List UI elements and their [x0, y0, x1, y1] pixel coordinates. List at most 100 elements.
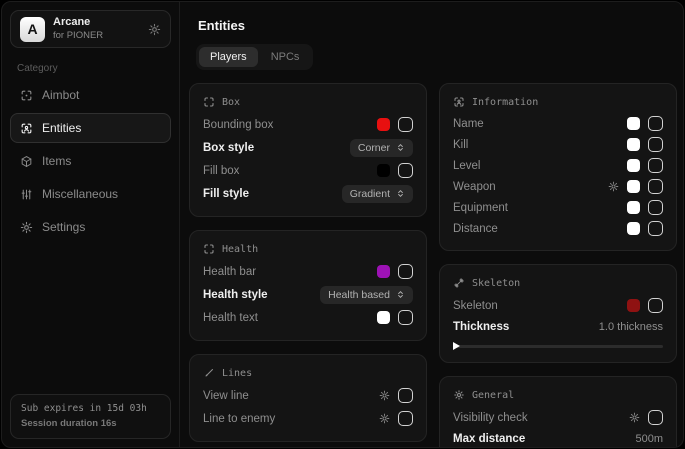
level-row: Level — [453, 155, 663, 176]
box-card: Box Bounding box Box style Corne — [189, 83, 427, 217]
box-card-title: Box — [222, 97, 240, 108]
name-checkbox[interactable] — [648, 116, 663, 131]
name-color-swatch[interactable] — [627, 117, 640, 130]
sliders-icon — [20, 188, 33, 201]
health-style-value: Health based — [328, 289, 390, 301]
left-column: Box Bounding box Box style Corne — [189, 83, 427, 448]
equipment-label: Equipment — [453, 202, 508, 214]
weapon-settings-button[interactable] — [608, 181, 619, 192]
health-bar-checkbox[interactable] — [398, 264, 413, 279]
weapon-label: Weapon — [453, 181, 496, 193]
view-line-label: View line — [203, 390, 249, 402]
visibility-check-checkbox[interactable] — [648, 410, 663, 425]
visibility-check-settings-button[interactable] — [629, 412, 640, 423]
general-card: General Visibility check — [439, 376, 677, 448]
line-to-enemy-label: Line to enemy — [203, 413, 275, 425]
kill-checkbox[interactable] — [648, 137, 663, 152]
entity-scan-icon — [453, 96, 465, 108]
session-duration-text: Session duration 16s — [21, 418, 160, 429]
sun-icon — [453, 389, 465, 401]
fill-style-label: Fill style — [203, 188, 249, 200]
bounding-box-color-swatch[interactable] — [377, 118, 390, 131]
line-to-enemy-settings-button[interactable] — [379, 413, 390, 424]
box-card-header: Box — [203, 93, 413, 113]
tab-npcs[interactable]: NPCs — [260, 47, 311, 67]
view-line-checkbox[interactable] — [398, 388, 413, 403]
scan-box-icon — [203, 96, 215, 108]
sidebar-item-miscellaneous[interactable]: Miscellaneous — [10, 179, 171, 209]
bounding-box-label: Bounding box — [203, 119, 273, 131]
sidebar-item-label: Entities — [42, 121, 81, 135]
thickness-slider[interactable] — [453, 341, 663, 351]
fill-box-checkbox[interactable] — [398, 163, 413, 178]
weapon-color-swatch[interactable] — [627, 180, 640, 193]
kill-color-swatch[interactable] — [627, 138, 640, 151]
bounding-box-row: Bounding box — [203, 113, 413, 136]
view-line-settings-button[interactable] — [379, 390, 390, 401]
sidebar-item-entities[interactable]: Entities — [10, 113, 171, 143]
health-style-row: Health style Health based — [203, 283, 413, 306]
level-checkbox[interactable] — [648, 158, 663, 173]
weapon-checkbox[interactable] — [648, 179, 663, 194]
sidebar-item-settings[interactable]: Settings — [10, 212, 171, 242]
skeleton-color-swatch[interactable] — [627, 299, 640, 312]
lines-card-header: Lines — [203, 364, 413, 384]
gear-icon — [608, 181, 619, 192]
distance-label: Distance — [453, 223, 498, 235]
fill-box-color-swatch[interactable] — [377, 164, 390, 177]
health-style-dropdown[interactable]: Health based — [320, 286, 413, 304]
kill-row: Kill — [453, 134, 663, 155]
health-bar-color-swatch[interactable] — [377, 265, 390, 278]
fill-box-label: Fill box — [203, 165, 239, 177]
tab-players[interactable]: Players — [199, 47, 258, 67]
fill-style-value: Gradient — [350, 188, 390, 200]
skeleton-card-title: Skeleton — [472, 278, 520, 289]
skeleton-checkbox[interactable] — [648, 298, 663, 313]
distance-color-swatch[interactable] — [627, 222, 640, 235]
fill-style-dropdown[interactable]: Gradient — [342, 185, 413, 203]
distance-row: Distance — [453, 218, 663, 239]
bounding-box-checkbox[interactable] — [398, 117, 413, 132]
general-card-header: General — [453, 386, 663, 406]
distance-checkbox[interactable] — [648, 221, 663, 236]
health-text-checkbox[interactable] — [398, 310, 413, 325]
package-icon — [20, 155, 33, 168]
bone-icon — [453, 277, 465, 289]
level-color-swatch[interactable] — [627, 159, 640, 172]
chevrons-up-down-icon — [396, 290, 405, 299]
gear-icon — [148, 23, 161, 36]
chevrons-up-down-icon — [396, 189, 405, 198]
app-logo: A — [20, 17, 45, 42]
slider-thumb[interactable] — [453, 342, 460, 350]
health-text-color-swatch[interactable] — [377, 311, 390, 324]
equipment-color-swatch[interactable] — [627, 201, 640, 214]
sidebar-item-items[interactable]: Items — [10, 146, 171, 176]
skeleton-row: Skeleton — [453, 294, 663, 317]
entity-tabs: Players NPCs — [196, 44, 313, 70]
box-style-dropdown[interactable]: Corner — [350, 139, 413, 157]
equipment-checkbox[interactable] — [648, 200, 663, 215]
thickness-value: 1.0 thickness — [599, 321, 663, 333]
view-line-row: View line — [203, 384, 413, 407]
sidebar-nav: Aimbot Entities Items Miscellaneous — [10, 80, 171, 242]
fill-box-row: Fill box — [203, 159, 413, 182]
max-distance-label: Max distance — [453, 433, 525, 445]
slider-track — [453, 345, 663, 348]
line-to-enemy-checkbox[interactable] — [398, 411, 413, 426]
main-panel: Entities Players NPCs Box Bounding box — [180, 2, 684, 447]
card-columns: Box Bounding box Box style Corne — [189, 83, 677, 448]
app-window: A Arcane for PIONER Category Aimbot — [1, 1, 684, 448]
fill-style-row: Fill style Gradient — [203, 182, 413, 205]
gear-icon — [379, 413, 390, 424]
brand-card: A Arcane for PIONER — [10, 10, 171, 48]
skeleton-label: Skeleton — [453, 300, 498, 312]
health-style-label: Health style — [203, 289, 268, 301]
subscription-card: Sub expires in 15d 03h Session duration … — [10, 394, 171, 439]
health-text-row: Health text — [203, 306, 413, 329]
information-card-header: Information — [453, 93, 663, 113]
sidebar-settings-button[interactable] — [148, 23, 161, 36]
thickness-row: Thickness 1.0 thickness — [453, 317, 663, 337]
sidebar-item-aimbot[interactable]: Aimbot — [10, 80, 171, 110]
line-to-enemy-row: Line to enemy — [203, 407, 413, 430]
lines-card-title: Lines — [222, 368, 252, 379]
